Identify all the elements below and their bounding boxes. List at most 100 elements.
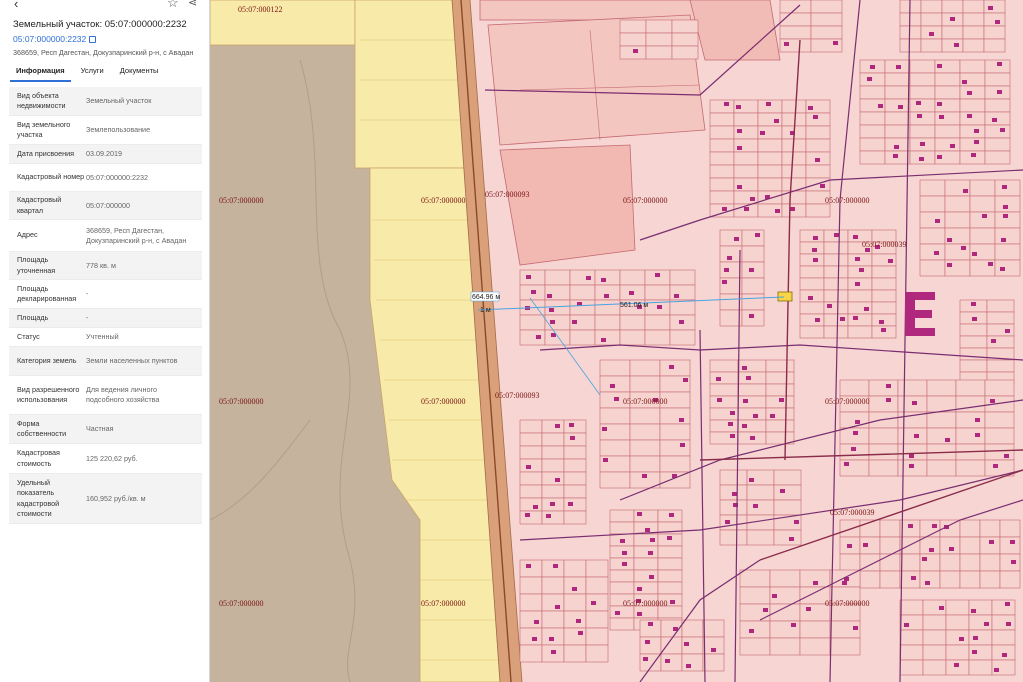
- parcel[interactable]: [765, 359, 795, 373]
- cadastral-number-text[interactable]: 05:07:000000:2232: [13, 34, 86, 44]
- parcel[interactable]: [541, 610, 565, 629]
- parcel[interactable]: [739, 637, 771, 656]
- parcel[interactable]: [968, 659, 993, 676]
- parcel[interactable]: [594, 299, 621, 316]
- parcel[interactable]: [739, 620, 771, 639]
- parcel[interactable]: [644, 269, 671, 286]
- parcel[interactable]: [955, 411, 986, 429]
- parcel[interactable]: [944, 259, 971, 277]
- parcel[interactable]: [563, 627, 587, 646]
- parcel[interactable]: [629, 423, 661, 441]
- parcel[interactable]: [959, 124, 986, 139]
- parcel[interactable]: [899, 644, 924, 661]
- parcel[interactable]: [609, 509, 635, 523]
- parcel[interactable]: [781, 190, 807, 205]
- parcel[interactable]: [541, 593, 565, 612]
- parcel[interactable]: [909, 111, 936, 126]
- parcel[interactable]: [519, 471, 543, 486]
- parcel[interactable]: [922, 629, 947, 646]
- parcel[interactable]: [719, 261, 743, 279]
- parcel[interactable]: [599, 359, 631, 377]
- parcel[interactable]: [959, 359, 988, 373]
- parcel[interactable]: [979, 519, 1001, 538]
- parcel[interactable]: [909, 124, 936, 139]
- parcel[interactable]: [879, 553, 901, 572]
- parcel[interactable]: [984, 411, 1015, 429]
- copy-icon[interactable]: [89, 36, 97, 43]
- parcel[interactable]: [799, 325, 825, 339]
- parcel[interactable]: [799, 277, 825, 291]
- parcel[interactable]: [829, 637, 861, 656]
- parcel[interactable]: [959, 150, 986, 165]
- parcel[interactable]: [909, 59, 936, 74]
- parcel[interactable]: [541, 627, 565, 646]
- parcel[interactable]: [926, 411, 957, 429]
- parcel[interactable]: [983, 38, 1006, 53]
- parcel[interactable]: [719, 499, 748, 516]
- parcel[interactable]: [799, 313, 825, 327]
- parcel[interactable]: [569, 299, 596, 316]
- parcel[interactable]: [599, 423, 631, 441]
- parcel[interactable]: [563, 610, 587, 629]
- parcel[interactable]: [739, 569, 771, 588]
- parcel[interactable]: [519, 329, 546, 346]
- parcel[interactable]: [984, 124, 1011, 139]
- parcel[interactable]: [563, 445, 587, 460]
- parcel[interactable]: [939, 570, 961, 589]
- parcel[interactable]: [746, 484, 775, 501]
- parcel[interactable]: [519, 593, 543, 612]
- parcel[interactable]: [733, 138, 759, 153]
- parcel[interactable]: [868, 427, 899, 445]
- parcel[interactable]: [999, 553, 1021, 572]
- tab-documents[interactable]: Документы: [114, 64, 165, 82]
- parcel[interactable]: [609, 569, 635, 583]
- parcel[interactable]: [741, 277, 765, 295]
- parcel[interactable]: [781, 151, 807, 166]
- parcel[interactable]: [899, 12, 922, 27]
- parcel[interactable]: [779, 0, 812, 14]
- parcel[interactable]: [737, 383, 767, 397]
- parcel[interactable]: [671, 32, 699, 47]
- parcel[interactable]: [563, 559, 587, 578]
- parcel[interactable]: [659, 439, 691, 457]
- parcel[interactable]: [765, 383, 795, 397]
- parcel[interactable]: [945, 659, 970, 676]
- parcel[interactable]: [739, 586, 771, 605]
- parcel[interactable]: [563, 644, 587, 663]
- parcel[interactable]: [959, 137, 986, 152]
- parcel[interactable]: [563, 497, 587, 512]
- parcel[interactable]: [823, 265, 849, 279]
- parcel[interactable]: [599, 407, 631, 425]
- parcel[interactable]: [941, 0, 964, 14]
- parcel[interactable]: [519, 510, 543, 525]
- parcel[interactable]: [619, 32, 647, 47]
- parcel[interactable]: [544, 299, 571, 316]
- parcel[interactable]: [934, 124, 961, 139]
- parcel[interactable]: [709, 359, 739, 373]
- parcel[interactable]: [871, 301, 897, 315]
- parcel[interactable]: [810, 25, 843, 40]
- parcel[interactable]: [991, 659, 1016, 676]
- parcel[interactable]: [879, 570, 901, 589]
- parcel[interactable]: [984, 427, 1015, 445]
- parcel[interactable]: [984, 137, 1011, 152]
- parcel[interactable]: [941, 38, 964, 53]
- parcel[interactable]: [709, 125, 735, 140]
- parcel[interactable]: [585, 559, 609, 578]
- parcel[interactable]: [969, 227, 996, 245]
- parcel[interactable]: [733, 177, 759, 192]
- parcel[interactable]: [823, 253, 849, 267]
- parcel[interactable]: [659, 359, 691, 377]
- parcel[interactable]: [810, 0, 843, 14]
- share-icon[interactable]: ⋖: [188, 0, 197, 9]
- parcel[interactable]: [839, 553, 861, 572]
- parcel[interactable]: [563, 458, 587, 473]
- parcel[interactable]: [741, 293, 765, 311]
- parcel[interactable]: [519, 576, 543, 595]
- parcel[interactable]: [563, 471, 587, 486]
- parcel[interactable]: [709, 383, 739, 397]
- parcel[interactable]: [594, 269, 621, 286]
- parcel[interactable]: [899, 570, 921, 589]
- parcel[interactable]: [741, 245, 765, 263]
- parcel[interactable]: [823, 289, 849, 303]
